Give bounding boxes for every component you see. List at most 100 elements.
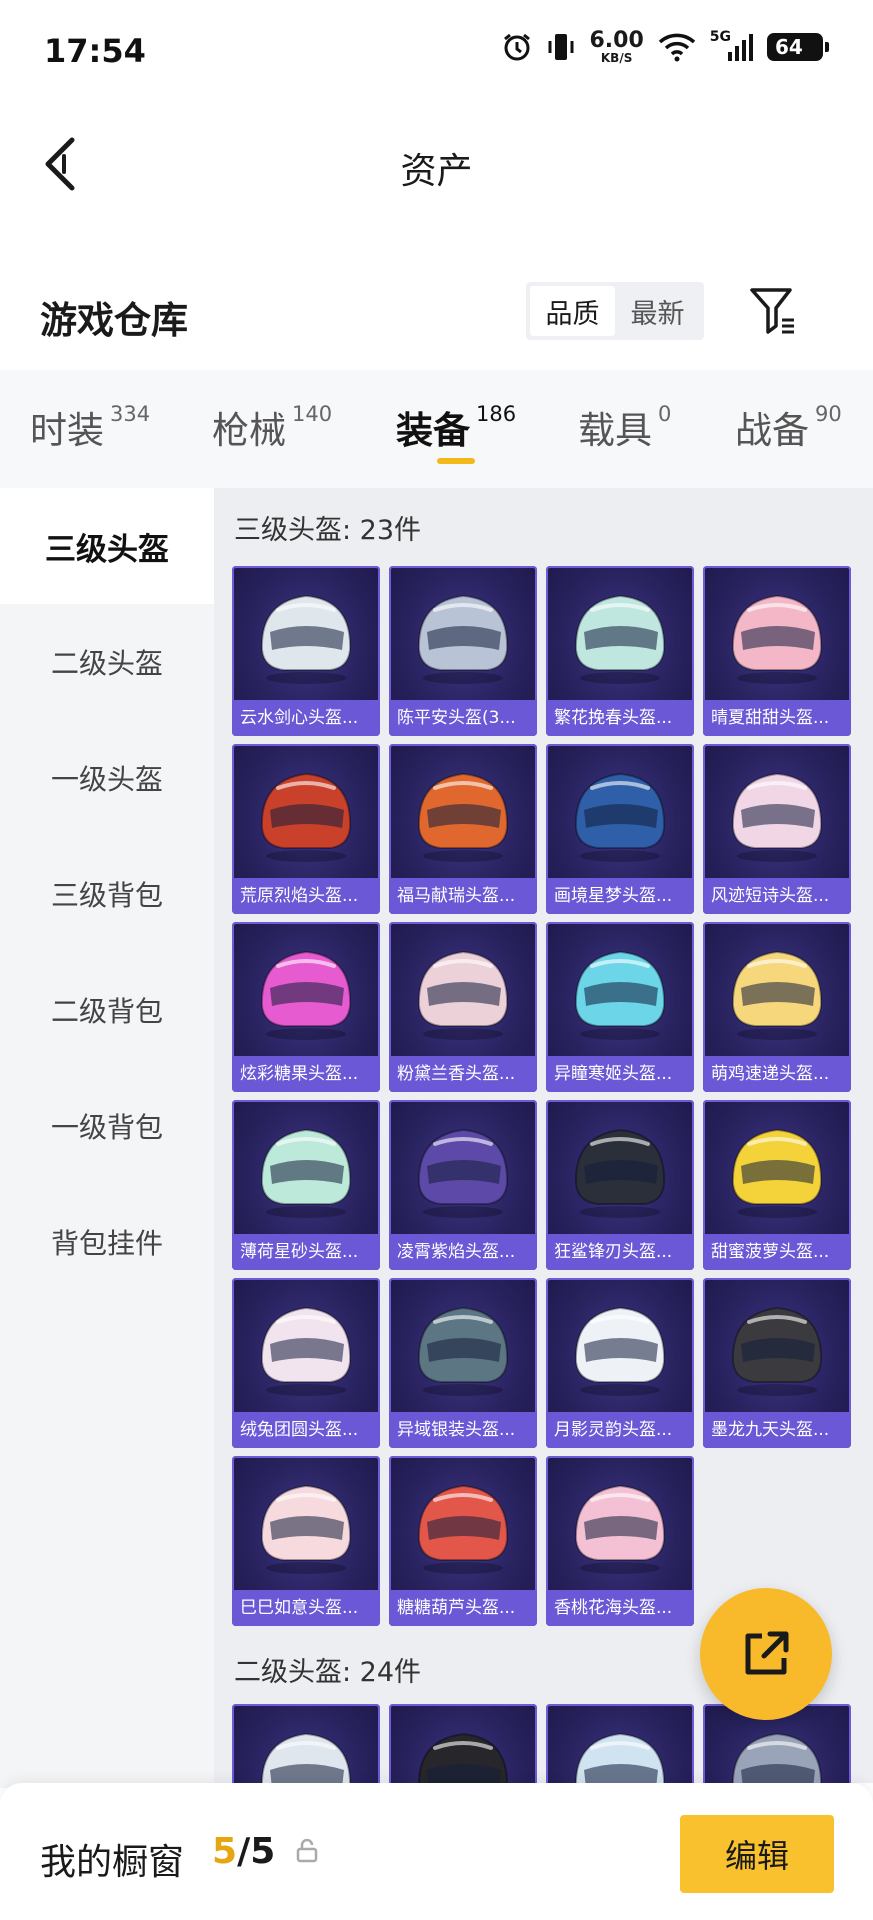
warehouse-title: 游戏仓库	[40, 299, 188, 342]
helmet-item-card[interactable]	[232, 1704, 380, 1783]
sidebar-item-level3-helmet[interactable]: 三级头盔	[0, 488, 214, 604]
item-name: 画境星梦头盔...	[546, 878, 694, 914]
item-name: 墨龙九天头盔...	[703, 1412, 851, 1448]
sort-by-quality[interactable]: 品质	[530, 286, 615, 336]
helmet-image	[417, 950, 509, 1040]
helmet-item-card[interactable]: 炫彩糖果头盔...	[232, 922, 380, 1092]
filter-button[interactable]	[744, 282, 802, 340]
sidebar-item-level2-backpack[interactable]: 二级背包	[0, 952, 214, 1068]
helmet-item-card[interactable]: 薄荷星砂头盔...	[232, 1100, 380, 1270]
helmet-item-card[interactable]: 月影灵韵头盔...	[546, 1278, 694, 1448]
helmet-item-card[interactable]: 晴夏甜甜头盔...	[703, 566, 851, 736]
item-name: 甜蜜菠萝头盔...	[703, 1234, 851, 1270]
share-button[interactable]	[700, 1588, 832, 1720]
item-name: 异瞳寒姬头盔...	[546, 1056, 694, 1092]
sidebar-item-level1-backpack[interactable]: 一级背包	[0, 1068, 214, 1184]
status-time: 17:54	[44, 32, 146, 70]
helmet-image	[417, 1128, 509, 1218]
cellular-signal-icon: 5G	[709, 29, 753, 62]
share-external-icon	[745, 1631, 789, 1675]
edit-button[interactable]: 编辑	[680, 1815, 834, 1893]
item-name: 薄荷星砂头盔...	[232, 1234, 380, 1270]
helmet-item-card[interactable]: 凌霄紫焰头盔...	[389, 1100, 537, 1270]
item-name: 异域银装头盔...	[389, 1412, 537, 1448]
helmet-image	[260, 1484, 352, 1574]
item-name: 绒兔团圆头盔...	[232, 1412, 380, 1448]
helmet-item-card[interactable]: 云水剑心头盔...	[232, 566, 380, 736]
sidebar-item-level3-backpack[interactable]: 三级背包	[0, 836, 214, 952]
helmet-image	[731, 1128, 823, 1218]
item-name: 福马献瑞头盔...	[389, 878, 537, 914]
helmet-item-card[interactable]: 异域银装头盔...	[389, 1278, 537, 1448]
helmet-image	[574, 1484, 666, 1574]
item-name: 风迹短诗头盔...	[703, 878, 851, 914]
tab-vehicles[interactable]: 载具 0	[578, 400, 671, 454]
helmet-image	[417, 1306, 509, 1396]
tab-fashion[interactable]: 时装 334	[30, 400, 150, 454]
section-title: 二级头盔: 24件	[234, 1657, 422, 1688]
helmet-image	[260, 1306, 352, 1396]
helmet-item-card[interactable]: 粉黛兰香头盔...	[389, 922, 537, 1092]
tab-guns[interactable]: 枪械 140	[212, 400, 332, 454]
item-name: 萌鸡速递头盔...	[703, 1056, 851, 1092]
helmet-item-card[interactable]: 福马献瑞头盔...	[389, 744, 537, 914]
helmet-item-card[interactable]: 绒兔团圆头盔...	[232, 1278, 380, 1448]
helmet-item-card[interactable]: 画境星梦头盔...	[546, 744, 694, 914]
helmet-image	[417, 772, 509, 862]
showcase-bar: 我的橱窗 5/5 编辑	[0, 1783, 873, 1920]
helmet-image	[260, 772, 352, 862]
item-name: 陈平安头盔(3...	[389, 700, 537, 736]
item-name: 香桃花海头盔...	[546, 1590, 694, 1626]
helmet-image	[731, 772, 823, 862]
helmet-item-card[interactable]: 繁花挽春头盔...	[546, 566, 694, 736]
helmet-item-card[interactable]: 荒原烈焰头盔...	[232, 744, 380, 914]
helmet-image	[260, 1128, 352, 1218]
lock-icon	[296, 1838, 318, 1867]
helmet-item-card[interactable]: 异瞳寒姬头盔...	[546, 922, 694, 1092]
helmet-image	[417, 594, 509, 684]
signal-label: 5G	[709, 29, 731, 45]
item-name: 晴夏甜甜头盔...	[703, 700, 851, 736]
helmet-item-card[interactable]: 糖糖葫芦头盔...	[389, 1456, 537, 1626]
helmet-image	[574, 772, 666, 862]
item-name: 狂鲨锋刃头盔...	[546, 1234, 694, 1270]
helmet-item-card[interactable]: 风迹短诗头盔...	[703, 744, 851, 914]
net-speed: 6.00 KB/S	[589, 28, 644, 65]
item-name: 繁花挽春头盔...	[546, 700, 694, 736]
sidebar-item-level2-helmet[interactable]: 二级头盔	[0, 604, 214, 720]
helmet-image	[261, 1732, 351, 1783]
sort-by-latest[interactable]: 最新	[615, 286, 700, 336]
helmet-item-card[interactable]: 狂鲨锋刃头盔...	[546, 1100, 694, 1270]
item-name: 荒原烈焰头盔...	[232, 878, 380, 914]
helmet-item-card[interactable]: 萌鸡速递头盔...	[703, 922, 851, 1092]
tab-supplies[interactable]: 战备 90	[735, 400, 842, 454]
helmet-image	[575, 1732, 665, 1783]
helmet-image	[260, 594, 352, 684]
sidebar-item-level1-helmet[interactable]: 一级头盔	[0, 720, 214, 836]
item-name: 云水剑心头盔...	[232, 700, 380, 736]
item-name: 巳巳如意头盔...	[232, 1590, 380, 1626]
helmet-item-card[interactable]: 甜蜜菠萝头盔...	[703, 1100, 851, 1270]
helmet-image	[574, 594, 666, 684]
filter-icon	[750, 288, 794, 334]
item-name: 糖糖葫芦头盔...	[389, 1590, 537, 1626]
page-title: 资产	[400, 151, 473, 192]
category-tabs: 时装 334 枪械 140 装备 186 载具 0 战备 90	[0, 370, 873, 488]
helmet-item-card[interactable]: 陈平安头盔(3...	[389, 566, 537, 736]
sort-toggle: 品质 最新	[526, 282, 704, 340]
status-bar: 17:54 6.00 KB/S 5G 64	[0, 0, 873, 104]
item-name: 炫彩糖果头盔...	[232, 1056, 380, 1092]
helmet-image	[417, 1484, 509, 1574]
helmet-image	[418, 1732, 508, 1783]
helmet-item-card[interactable]	[389, 1704, 537, 1783]
status-icons: 6.00 KB/S 5G 64	[501, 28, 829, 65]
helmet-item-card[interactable]	[546, 1704, 694, 1783]
helmet-item-card[interactable]: 香桃花海头盔...	[546, 1456, 694, 1626]
tab-equipment[interactable]: 装备 186	[396, 400, 516, 454]
helmet-item-card[interactable]: 巳巳如意头盔...	[232, 1456, 380, 1626]
sidebar-item-backpack-charm[interactable]: 背包挂件	[0, 1184, 214, 1300]
helmet-item-card[interactable]: 墨龙九天头盔...	[703, 1278, 851, 1448]
helmet-image	[574, 1306, 666, 1396]
active-tab-indicator	[437, 458, 475, 464]
helmet-image	[574, 1128, 666, 1218]
